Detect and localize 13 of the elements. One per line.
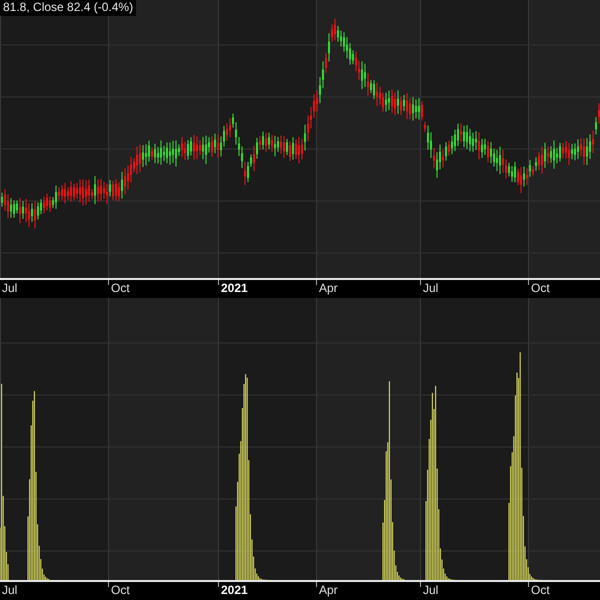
- axis-label: 2021: [220, 280, 248, 295]
- axis-label: Oct: [110, 582, 130, 597]
- axis-label: Apr: [318, 280, 338, 295]
- price-legend: 81.8, Close 82.4 (-0.4%): [0, 0, 136, 16]
- axis-label: Jul: [1, 582, 18, 597]
- axis-label: Oct: [110, 280, 130, 295]
- axis-label: Jul: [422, 280, 438, 295]
- axis-label: 2021: [220, 582, 248, 597]
- axis-label: Jul: [1, 280, 18, 295]
- axis-label: Oct: [530, 582, 550, 597]
- axis-label: Jul: [422, 582, 438, 597]
- axis-label: Oct: [530, 280, 550, 295]
- axis-label: Apr: [318, 582, 338, 597]
